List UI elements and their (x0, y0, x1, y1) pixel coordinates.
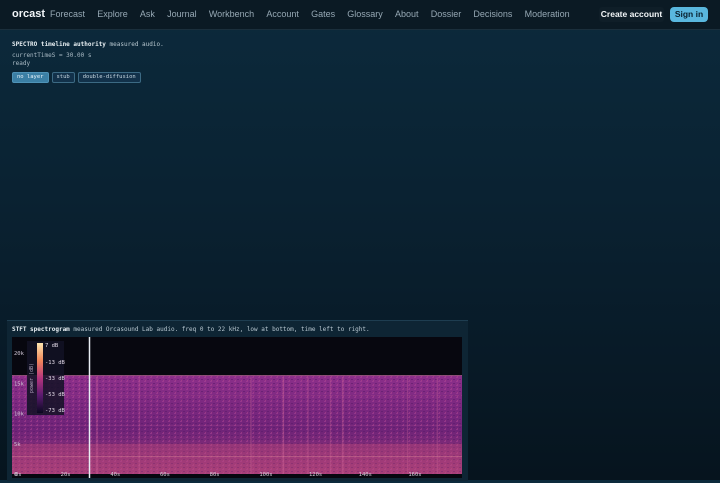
colorbar (37, 343, 43, 413)
stft-title: STFT spectrogram (12, 326, 70, 333)
y-tick-label: 5k (14, 442, 21, 448)
status-text: ready (12, 60, 31, 67)
y-tick-label: 10k (14, 412, 25, 418)
colorbar-label-minus73db: -73 dB (45, 408, 66, 414)
nav-about[interactable]: About (395, 9, 419, 19)
create-account-button[interactable]: Create account (599, 7, 664, 22)
x-tick-label: 20s (61, 472, 71, 478)
spectro-title: SPECTRO timeline authority (12, 41, 106, 48)
tag-stub[interactable]: stub (51, 72, 75, 83)
x-tick-label: 160s (408, 472, 421, 478)
layer-tags: no layer stub double-diffusion (12, 72, 144, 83)
low-frequency-energy (12, 443, 462, 474)
stft-desc: measured Orcasound Lab audio. freq 0 to … (73, 326, 370, 333)
spectrogram-plot[interactable]: 20k 15k 10k 5k 0 0s 20s 40s 60s 80s 100s 120s 140s 1… (12, 337, 462, 478)
tag-double-diffusion[interactable]: double-diffusion (77, 72, 141, 83)
x-tick-label: 120s (309, 472, 322, 478)
nav-account[interactable]: Account (266, 9, 299, 19)
nav-moderation[interactable]: Moderation (525, 9, 570, 19)
x-tick-label: 140s (359, 472, 372, 478)
nav-journal[interactable]: Journal (167, 9, 197, 19)
spectrogram-svg[interactable]: 20k15k10k5k0 0s 20s 40s 60s 80s 100s 120s 140s 1… (12, 337, 462, 478)
colorbar-label-minus33db: -33 dB (45, 376, 66, 382)
sign-in-button[interactable]: Sign in (670, 7, 708, 22)
colorbar-label-minus13db: -13 dB (45, 360, 66, 366)
y-tick-label: 15k (14, 381, 25, 387)
main-nav: Forecast Explore Ask Journal Workbench A… (50, 9, 582, 19)
colorbar-label-7db: 7 dB (45, 343, 59, 349)
x-tick-label: 100s (259, 472, 272, 478)
x-tick-label: 80s (210, 472, 220, 478)
nav-gates[interactable]: Gates (311, 9, 335, 19)
current-time-readout: currentTimeS = 30.00 s (12, 52, 92, 59)
stft-heading: STFT spectrogram measured Orcasound Lab … (12, 326, 370, 333)
spectrogram-body (12, 375, 462, 474)
nav-explore[interactable]: Explore (97, 9, 128, 19)
colorbar-label-minus53db: -53 dB (45, 392, 66, 398)
x-tick-label: 40s (110, 472, 120, 478)
nav-glossary[interactable]: Glossary (347, 9, 383, 19)
colorbar-title: power (dB) (29, 363, 35, 393)
nav-forecast[interactable]: Forecast (50, 9, 85, 19)
nav-ask[interactable]: Ask (140, 9, 155, 19)
tag-no-layer[interactable]: no layer (12, 72, 49, 83)
x-tick-label: 60s (160, 472, 170, 478)
nav-decisions[interactable]: Decisions (473, 9, 512, 19)
top-navigation-bar: orcast Forecast Explore Ask Journal Work… (0, 0, 720, 30)
nav-dossier[interactable]: Dossier (431, 9, 462, 19)
brand-logo[interactable]: orcast (12, 8, 45, 20)
nav-workbench[interactable]: Workbench (209, 9, 254, 19)
y-tick-label: 20k (14, 351, 25, 357)
x-tick-label: 0s (15, 472, 22, 478)
spectro-heading: SPECTRO timeline authority measured audi… (12, 41, 164, 48)
spectro-desc: measured audio. (109, 41, 164, 48)
colorbar-legend: power (dB) 7 dB -13 dB -33 dB -53 dB -73… (27, 341, 66, 415)
stft-panel: STFT spectrogram measured Orcasound Lab … (7, 320, 468, 481)
